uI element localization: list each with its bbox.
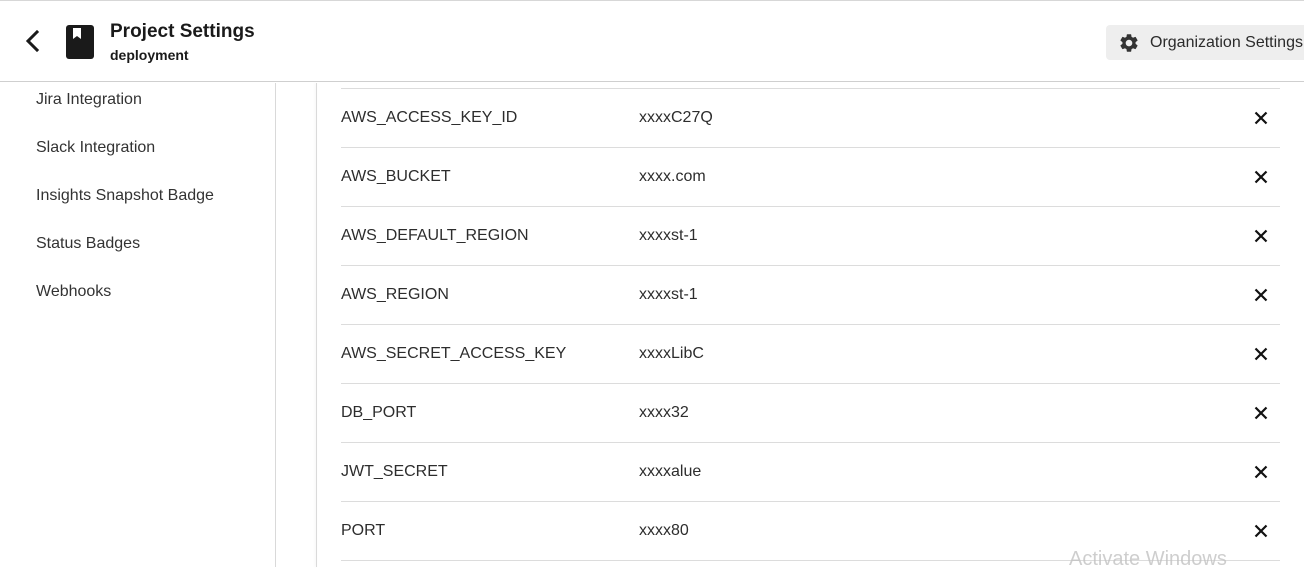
table-row: AWS_SECRET_ACCESS_KEY xxxxLibC: [341, 325, 1280, 384]
env-var-value: xxxxLibC: [639, 345, 704, 362]
close-icon: [1254, 170, 1268, 184]
close-icon: [1254, 288, 1268, 302]
env-var-name: AWS_DEFAULT_REGION: [341, 227, 529, 244]
delete-variable-button[interactable]: [1249, 283, 1273, 307]
sidebar-item-jira-integration[interactable]: Jira Integration: [36, 91, 142, 109]
table-row: DB_PORT xxxx32: [341, 384, 1280, 443]
gear-icon: [1120, 33, 1138, 52]
sidebar-item-webhooks[interactable]: Webhooks: [36, 283, 111, 301]
env-var-name: JWT_SECRET: [341, 463, 448, 480]
env-var-name: AWS_SECRET_ACCESS_KEY: [341, 345, 567, 362]
env-var-value: xxxxC27Q: [639, 109, 713, 126]
env-var-value: xxxx80: [639, 522, 689, 539]
close-icon: [1254, 465, 1268, 479]
sidebar-item-status-badges[interactable]: Status Badges: [36, 235, 140, 253]
page-title: Project Settings: [110, 21, 255, 42]
table-row: AWS_BUCKET xxxx.com: [341, 148, 1280, 207]
delete-variable-button[interactable]: [1249, 401, 1273, 425]
table-row: AWS_REGION xxxxst-1: [341, 266, 1280, 325]
table-row: JWT_SECRET xxxxalue: [341, 443, 1280, 502]
chevron-left-icon: [25, 30, 40, 52]
settings-sidebar: Jira Integration Slack Integration Insig…: [0, 83, 276, 567]
table-row: AWS_DEFAULT_REGION xxxxst-1: [341, 207, 1280, 266]
env-var-name: AWS_REGION: [341, 286, 449, 303]
delete-variable-button[interactable]: [1249, 224, 1273, 248]
delete-variable-button[interactable]: [1249, 519, 1273, 543]
env-var-value: xxxxst-1: [639, 286, 698, 303]
close-icon: [1254, 229, 1268, 243]
delete-variable-button[interactable]: [1249, 342, 1273, 366]
back-button[interactable]: [18, 25, 48, 57]
page-header: Project Settings deployment Organization…: [0, 1, 1304, 82]
env-var-value: xxxx.com: [639, 168, 706, 185]
close-icon: [1254, 347, 1268, 361]
delete-variable-button[interactable]: [1249, 165, 1273, 189]
delete-variable-button[interactable]: [1249, 460, 1273, 484]
project-name: deployment: [110, 47, 189, 63]
env-var-name: PORT: [341, 522, 386, 539]
sidebar-item-insights-snapshot-badge[interactable]: Insights Snapshot Badge: [36, 187, 214, 205]
close-icon: [1254, 111, 1268, 125]
organization-settings-label: Organization Settings: [1150, 33, 1303, 51]
close-icon: [1254, 524, 1268, 538]
env-var-name: AWS_ACCESS_KEY_ID: [341, 109, 518, 126]
env-var-value: xxxxst-1: [639, 227, 698, 244]
organization-settings-button[interactable]: Organization Settings: [1106, 25, 1304, 60]
bookmark-book-icon: [66, 25, 94, 59]
env-var-value: xxxxalue: [639, 463, 702, 480]
content-panel-edge: [316, 83, 317, 567]
env-var-name: AWS_BUCKET: [341, 168, 451, 185]
env-var-value: xxxx32: [639, 404, 689, 421]
close-icon: [1254, 406, 1268, 420]
env-var-name: DB_PORT: [341, 404, 417, 421]
activate-windows-watermark: Activate Windows: [1069, 548, 1227, 570]
table-row: AWS_ACCESS_KEY_ID xxxxC27Q: [341, 89, 1280, 148]
environment-variables-table: AWS_ACCESS_KEY_ID xxxxC27Q AWS_BUCKET xx…: [341, 88, 1280, 561]
delete-variable-button[interactable]: [1249, 106, 1273, 130]
sidebar-item-slack-integration[interactable]: Slack Integration: [36, 139, 155, 157]
